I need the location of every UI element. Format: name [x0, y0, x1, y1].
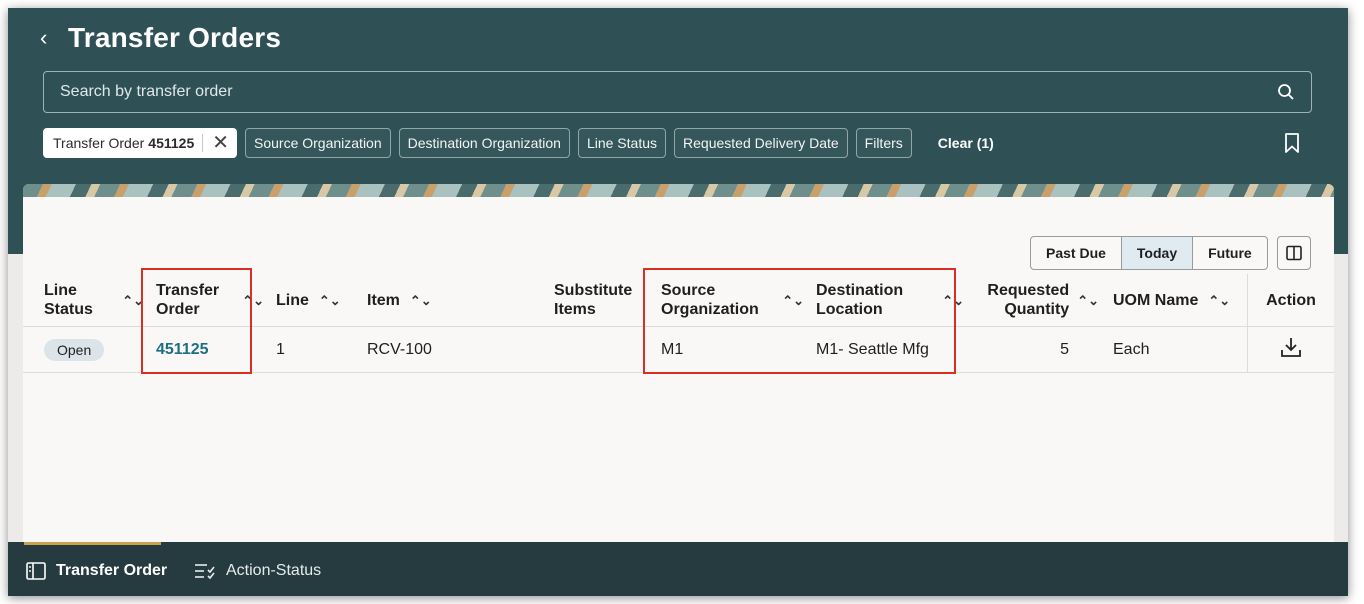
- clear-filters-button[interactable]: Clear (1): [938, 135, 994, 151]
- results-panel: Past Due Today Future Line Status ⌃⌄ Tran…: [23, 184, 1334, 542]
- status-badge: Open: [44, 338, 105, 361]
- search-input[interactable]: Search by transfer order: [43, 71, 1312, 113]
- sort-icon[interactable]: ⌃⌄: [410, 291, 432, 310]
- decorative-banner: [23, 184, 1334, 197]
- column-header-requested-quantity[interactable]: Requested Quantity ⌃⌄: [976, 274, 1113, 327]
- toggle-future[interactable]: Future: [1193, 237, 1267, 269]
- column-header-line-status[interactable]: Line Status ⌃⌄: [23, 274, 156, 327]
- filter-bar: Transfer Order 451125 ✕ Source Organizat…: [43, 128, 994, 158]
- active-filter-chip-transfer-order[interactable]: Transfer Order 451125 ✕: [43, 128, 237, 158]
- bookmark-icon[interactable]: [1284, 132, 1300, 154]
- filter-chip-source-organization[interactable]: Source Organization: [245, 128, 391, 158]
- download-icon[interactable]: [1280, 336, 1302, 358]
- column-label: Line: [276, 291, 309, 309]
- toggle-today[interactable]: Today: [1120, 237, 1194, 269]
- remove-filter-icon[interactable]: ✕: [209, 133, 232, 153]
- toggle-past-due[interactable]: Past Due: [1031, 237, 1121, 269]
- active-tab-indicator: [24, 542, 161, 545]
- column-header-item[interactable]: Item ⌃⌄: [367, 274, 554, 327]
- column-label: UOM Name: [1113, 291, 1199, 309]
- checklist-icon: [195, 564, 215, 580]
- time-filter-toggle: Past Due Today Future: [1030, 236, 1268, 270]
- filter-chip-destination-organization[interactable]: Destination Organization: [398, 128, 570, 158]
- highlight-box-transfer-order: [141, 268, 252, 374]
- active-filter-value: 451125: [148, 135, 195, 151]
- column-label: Substitute Items: [554, 282, 633, 318]
- columns-button[interactable]: [1277, 236, 1311, 270]
- sort-icon[interactable]: ⌃⌄: [1208, 291, 1230, 310]
- filter-chip-line-status[interactable]: Line Status: [577, 128, 667, 158]
- tab-action-status[interactable]: Action-Status: [194, 562, 321, 580]
- sort-icon[interactable]: ⌃⌄: [1077, 291, 1099, 310]
- sort-icon[interactable]: ⌃⌄: [319, 291, 341, 310]
- cell-requested-quantity: 5: [976, 326, 1113, 373]
- column-label: Item: [367, 291, 400, 309]
- active-filter-label: Transfer Order: [53, 135, 145, 151]
- column-label: Action: [1266, 291, 1316, 309]
- column-header-action: Action: [1247, 274, 1334, 327]
- column-label: Requested Quantity: [987, 282, 1070, 318]
- tab-label: Action-Status: [226, 562, 322, 579]
- cell-line: 1: [276, 326, 367, 373]
- back-chevron-icon[interactable]: ‹: [40, 25, 68, 51]
- highlight-box-source-destination: [643, 268, 956, 374]
- columns-icon: [1286, 245, 1302, 261]
- panel-icon: [26, 562, 46, 580]
- chip-divider: [202, 134, 204, 152]
- filter-chip-requested-delivery-date[interactable]: Requested Delivery Date: [674, 128, 848, 158]
- search-icon[interactable]: [1277, 83, 1295, 101]
- filter-chip-filters[interactable]: Filters: [855, 128, 912, 158]
- page-title: Transfer Orders: [68, 22, 282, 53]
- column-label: Line Status: [44, 282, 93, 318]
- search-placeholder: Search by transfer order: [60, 83, 233, 100]
- column-header-line[interactable]: Line ⌃⌄: [276, 274, 367, 327]
- cell-uom-name: Each: [1113, 326, 1248, 373]
- cell-action: [1247, 326, 1334, 373]
- page-header: ‹ Transfer Orders: [40, 22, 281, 54]
- bottom-tab-bar: Transfer Order Action-Status: [8, 542, 1348, 596]
- tab-label: Transfer Order: [56, 562, 168, 579]
- app-window: ‹ Transfer Orders Search by transfer ord…: [8, 8, 1348, 596]
- tab-transfer-order[interactable]: Transfer Order: [26, 562, 167, 580]
- cell-item: RCV-100: [367, 326, 554, 373]
- cell-line-status: Open: [23, 326, 156, 373]
- column-header-uom-name[interactable]: UOM Name ⌃⌄: [1113, 274, 1248, 327]
